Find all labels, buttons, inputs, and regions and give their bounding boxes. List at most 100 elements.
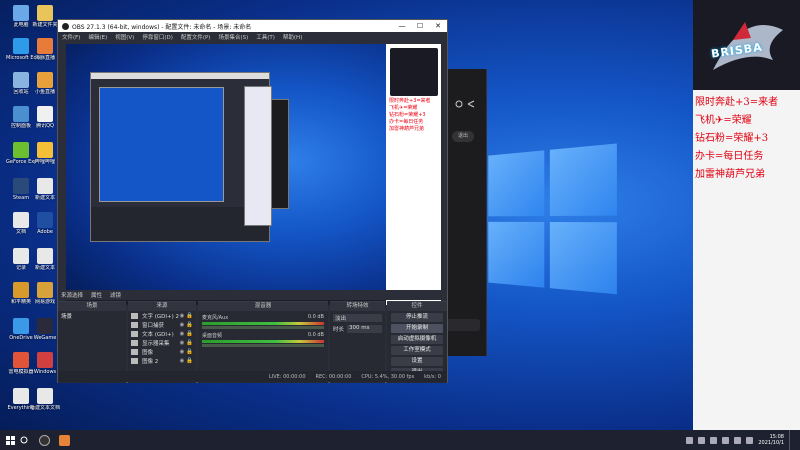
- volume-icon[interactable]: [734, 436, 742, 444]
- desktop-icon-glyph: [13, 282, 29, 298]
- desktop-icon-glyph: [13, 38, 29, 54]
- menu-docks[interactable]: 停靠窗口(D): [142, 33, 173, 41]
- desktop-slider[interactable]: [202, 344, 324, 347]
- desktop-icon[interactable]: 新建文本: [30, 178, 60, 201]
- visibility-lock-icons[interactable]: ◉ 🔒: [180, 331, 193, 337]
- scene-item[interactable]: 场景: [58, 311, 126, 321]
- tray-icon-1[interactable]: [686, 436, 694, 444]
- desktop-icon-glyph: [13, 106, 29, 122]
- source-type-icon: [131, 339, 138, 346]
- show-desktop-button[interactable]: [789, 430, 792, 450]
- announcement-line: 飞机✈=荣耀: [695, 115, 752, 126]
- duration-input[interactable]: 300 ms: [347, 325, 382, 333]
- preview-desktop: [66, 44, 386, 305]
- control-button[interactable]: 启动虚拟摄像机: [391, 335, 443, 344]
- input-method-icon[interactable]: [746, 436, 754, 444]
- menu-scene-collection[interactable]: 场景集合(S): [218, 33, 248, 41]
- desktop-icon-glyph: [13, 178, 29, 194]
- menu-file[interactable]: 文件(F): [62, 33, 80, 41]
- menu-help[interactable]: 帮助(H): [283, 33, 302, 41]
- source-item[interactable]: 图像 2 ◉ 🔒: [128, 356, 196, 365]
- taskbar-obs[interactable]: [34, 430, 54, 450]
- desktop-icon-glyph: [13, 318, 29, 334]
- desktop-icon-label: 网易游戏: [34, 299, 55, 305]
- source-item[interactable]: 文字 (GDI+) 2 ◉ 🔒: [128, 311, 196, 320]
- desktop-icon[interactable]: 小鱼直播: [30, 72, 60, 95]
- mixer-channel-desktop[interactable]: 桌面音频 0.0 dB: [202, 332, 324, 347]
- visibility-lock-icons[interactable]: ◉ 🔒: [180, 358, 193, 364]
- taskbar-app[interactable]: [54, 430, 74, 450]
- menu-edit[interactable]: 编辑(E): [88, 33, 107, 41]
- control-button[interactable]: 停止推流: [391, 313, 443, 322]
- mic-db: 0.0 dB: [307, 314, 324, 320]
- source-name: 窗口捕获: [142, 322, 165, 329]
- bell-share-icons[interactable]: [454, 99, 476, 109]
- desktop-icon[interactable]: 海豚直播: [30, 38, 60, 61]
- windows-wallpaper-logo: [488, 143, 619, 296]
- desktop-icon-glyph: [13, 352, 29, 368]
- nested-preview: [99, 87, 224, 202]
- preview-red-line: 飞机✈=荣耀: [389, 105, 418, 111]
- transition-type-select[interactable]: 淡出: [333, 314, 382, 322]
- desktop-icon[interactable]: 哔哩哔哩: [30, 142, 60, 165]
- menu-profile[interactable]: 配置文件(P): [181, 33, 211, 41]
- desktop-icon-glyph: [13, 142, 29, 158]
- desktop-icons: 此电脑新建文件夹Microsoft Edge海豚直播回收站小鱼直播控制面板腾讯Q…: [0, 0, 60, 430]
- maximize-button[interactable]: ☐: [411, 22, 429, 30]
- sources-header: 来源: [128, 302, 196, 311]
- minimize-button[interactable]: —: [393, 22, 411, 30]
- source-item[interactable]: 显示器采集 ◉ 🔒: [128, 338, 196, 347]
- menu-tools[interactable]: 工具(T): [256, 33, 275, 41]
- obs-titlebar[interactable]: OBS 27.1.3 (64-bit, windows) - 配置文件: 未命名…: [58, 20, 447, 32]
- mic-slider[interactable]: [202, 326, 324, 329]
- visibility-lock-icons[interactable]: ◉ 🔒: [180, 340, 193, 346]
- controls-header: 控件: [387, 302, 447, 311]
- desktop-icon-glyph: [37, 178, 53, 194]
- tray-icon-3[interactable]: [710, 436, 718, 444]
- desktop-icon[interactable]: Adobe: [30, 212, 60, 235]
- desktop-icon-glyph: [13, 5, 29, 21]
- announcement-text: 限时奔赴+3=来者 飞机✈=荣耀 钻石粉=荣耀+3 办卡=每日任务 加雷神葫芦兄弟: [693, 90, 800, 188]
- desktop-icon[interactable]: 网易游戏: [30, 282, 60, 305]
- mixer-channel-mic[interactable]: 麦克风/Aux 0.0 dB: [202, 314, 324, 329]
- nested-dark-app: [271, 99, 289, 209]
- control-button[interactable]: 开始录制: [391, 324, 443, 333]
- tray-icon-2[interactable]: [698, 436, 706, 444]
- control-button[interactable]: 工作室模式: [391, 346, 443, 355]
- desktop-icon[interactable]: WeGame: [30, 318, 60, 341]
- desktop-icon[interactable]: 腾讯QQ: [30, 106, 60, 129]
- close-button[interactable]: ✕: [429, 22, 447, 30]
- exit-pill[interactable]: 退出: [452, 131, 474, 142]
- desktop-icon[interactable]: 新建文本文档: [30, 388, 60, 411]
- desktop-icon-label: 腾讯QQ: [36, 123, 54, 129]
- source-item[interactable]: 窗口捕获 ◉ 🔒: [128, 320, 196, 329]
- obs-preview-canvas[interactable]: 限时奔赴+3=来者 飞机✈=荣耀 钻石粉=荣耀+3 办卡=每日任务 加雷神葫芦兄弟: [66, 44, 441, 305]
- desktop-icon[interactable]: 新建文本: [30, 248, 60, 271]
- desktop-audio-label: 桌面音频: [202, 333, 223, 339]
- dark-app-input[interactable]: [444, 319, 480, 331]
- source-item[interactable]: 图像 ◉ 🔒: [128, 347, 196, 356]
- clock[interactable]: 15:08 2021/10/1: [758, 434, 784, 446]
- source-type-icon: [131, 321, 138, 328]
- system-tray: 15:08 2021/10/1: [686, 430, 792, 450]
- visibility-lock-icons[interactable]: ◉ 🔒: [180, 313, 193, 319]
- filters-button[interactable]: 滤镜: [110, 291, 121, 299]
- visibility-lock-icons[interactable]: ◉ 🔒: [180, 349, 193, 355]
- desktop-icon[interactable]: Windows: [30, 352, 60, 375]
- search-button[interactable]: [20, 430, 34, 450]
- source-name: 显示器采集: [142, 340, 170, 347]
- source-select-label: 来源选择: [61, 293, 84, 299]
- control-button[interactable]: 设置: [391, 357, 443, 366]
- desktop-icon-glyph: [37, 142, 53, 158]
- properties-button[interactable]: 属性: [91, 291, 102, 299]
- visibility-lock-icons[interactable]: ◉ 🔒: [180, 322, 193, 328]
- desktop-icon[interactable]: 新建文件夹: [30, 5, 60, 28]
- menu-view[interactable]: 视图(V): [115, 33, 134, 41]
- mic-label: 麦克风/Aux: [202, 315, 229, 321]
- nested-obs-1: [90, 72, 270, 242]
- start-button[interactable]: [0, 430, 20, 450]
- obs-window[interactable]: OBS 27.1.3 (64-bit, windows) - 配置文件: 未命名…: [57, 19, 448, 383]
- network-icon[interactable]: [722, 436, 730, 444]
- source-item[interactable]: 文本 (GDI+) ◉ 🔒: [128, 329, 196, 338]
- source-bar: 来源选择 属性 滤镜: [58, 290, 447, 300]
